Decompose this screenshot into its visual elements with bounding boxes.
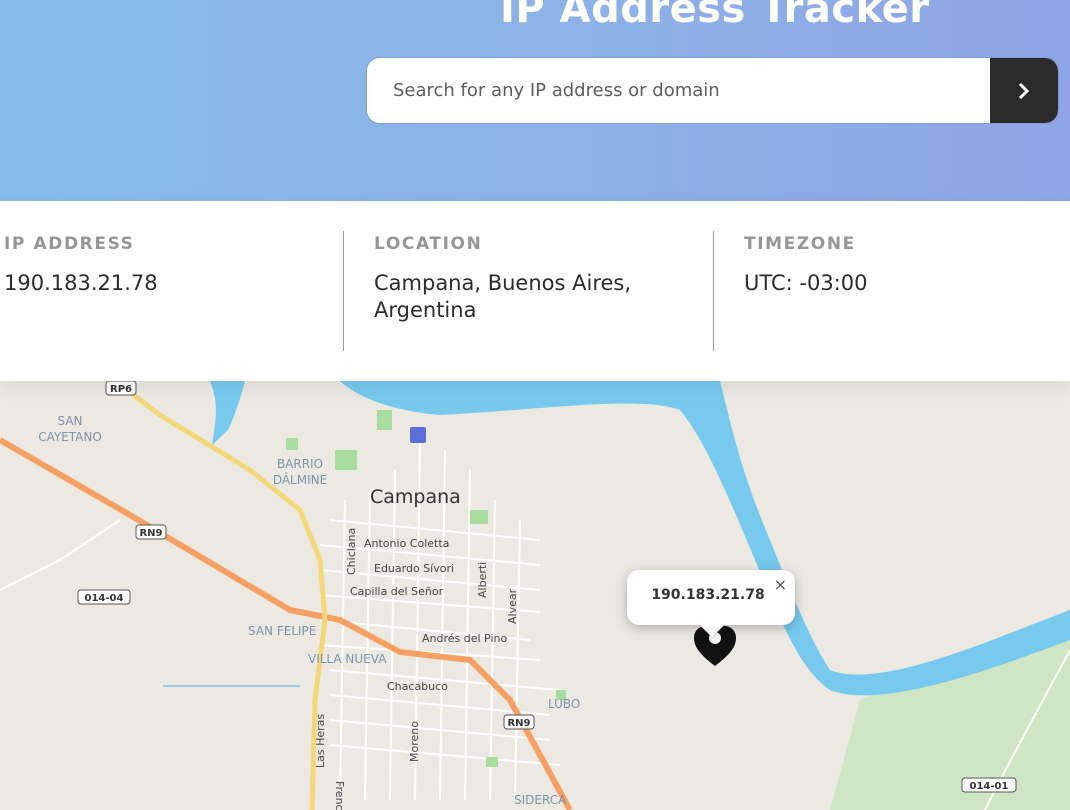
ip-address-value: 190.183.21.78 bbox=[4, 271, 158, 295]
search-form bbox=[366, 57, 1059, 124]
svg-text:RN9: RN9 bbox=[139, 528, 162, 539]
map-street-alvear: Alvear bbox=[506, 588, 519, 624]
map-street-chacabuco: Chacabuco bbox=[387, 680, 448, 693]
map-street-moreno: Moreno bbox=[408, 721, 421, 762]
divider bbox=[343, 231, 344, 351]
svg-text:RP6: RP6 bbox=[110, 384, 132, 395]
header: IP Address Tracker bbox=[0, 0, 1070, 201]
map-label-villa-nueva: VILLA NUEVA bbox=[308, 652, 387, 666]
popup-ip-text: 190.183.21.78 bbox=[651, 587, 765, 603]
route-shield-014-04: 014-04 bbox=[77, 589, 131, 605]
route-shield-014-01: 014-01 bbox=[961, 777, 1017, 793]
map-street-chiclana: Chiclana bbox=[345, 528, 358, 575]
map-canvas[interactable]: SAN CAYETANO BARRIO DÁLMINE Campana Anto… bbox=[0, 381, 1070, 810]
location-value: Campana, Buenos Aires, Argentina bbox=[374, 271, 632, 322]
map-street-andres-del-pino: Andrés del Pino bbox=[422, 632, 507, 645]
ip-address-label: IP ADDRESS bbox=[4, 234, 135, 254]
train-station-icon bbox=[410, 427, 426, 443]
map-label-barrio: BARRIO bbox=[277, 457, 323, 471]
svg-text:014-01: 014-01 bbox=[970, 781, 1009, 792]
map-label-campana: Campana bbox=[370, 486, 461, 508]
map-street-eduardo-sivori: Eduardo Sívori bbox=[374, 562, 454, 575]
map-label-san-cayetano-1: SAN bbox=[57, 414, 82, 428]
map-label-san-cayetano-2: CAYETANO bbox=[38, 430, 102, 444]
svg-text:RN9: RN9 bbox=[507, 718, 530, 729]
route-shield-rn9-b: RN9 bbox=[503, 714, 535, 730]
popup-close-button[interactable]: × bbox=[774, 575, 787, 594]
map-street-las-heras: Las Heras bbox=[314, 714, 327, 768]
ip-info-panel: IP ADDRESS 190.183.21.78 LOCATION Campan… bbox=[0, 201, 1070, 381]
map-street-capilla-del-senor: Capilla del Señor bbox=[350, 585, 444, 598]
map-street-antonio-coletta: Antonio Coletta bbox=[364, 537, 449, 550]
map-street-alberti: Alberti bbox=[476, 562, 489, 598]
timezone-value: UTC: -03:00 bbox=[744, 271, 868, 295]
map-popup: 190.183.21.78 × bbox=[627, 570, 795, 625]
map[interactable]: SAN CAYETANO BARRIO DÁLMINE Campana Anto… bbox=[0, 381, 1070, 810]
svg-text:014-04: 014-04 bbox=[85, 593, 124, 604]
search-submit-button[interactable] bbox=[990, 58, 1058, 123]
map-label-san-felipe: SAN FELIPE bbox=[248, 624, 316, 638]
map-street-french: French bbox=[333, 781, 346, 810]
route-shield-rp6: RP6 bbox=[105, 381, 137, 396]
divider bbox=[713, 231, 714, 351]
timezone-label: TIMEZONE bbox=[744, 234, 856, 254]
location-label: LOCATION bbox=[374, 234, 483, 254]
search-input[interactable] bbox=[367, 58, 991, 123]
page-title: IP Address Tracker bbox=[500, 0, 930, 32]
chevron-right-icon bbox=[1018, 82, 1030, 99]
map-label-lubo: LUBO bbox=[548, 697, 580, 711]
route-shield-rn9-a: RN9 bbox=[135, 524, 167, 540]
map-label-dalmine: DÁLMINE bbox=[273, 472, 327, 487]
map-label-siderca: SIDERCA bbox=[514, 793, 567, 807]
